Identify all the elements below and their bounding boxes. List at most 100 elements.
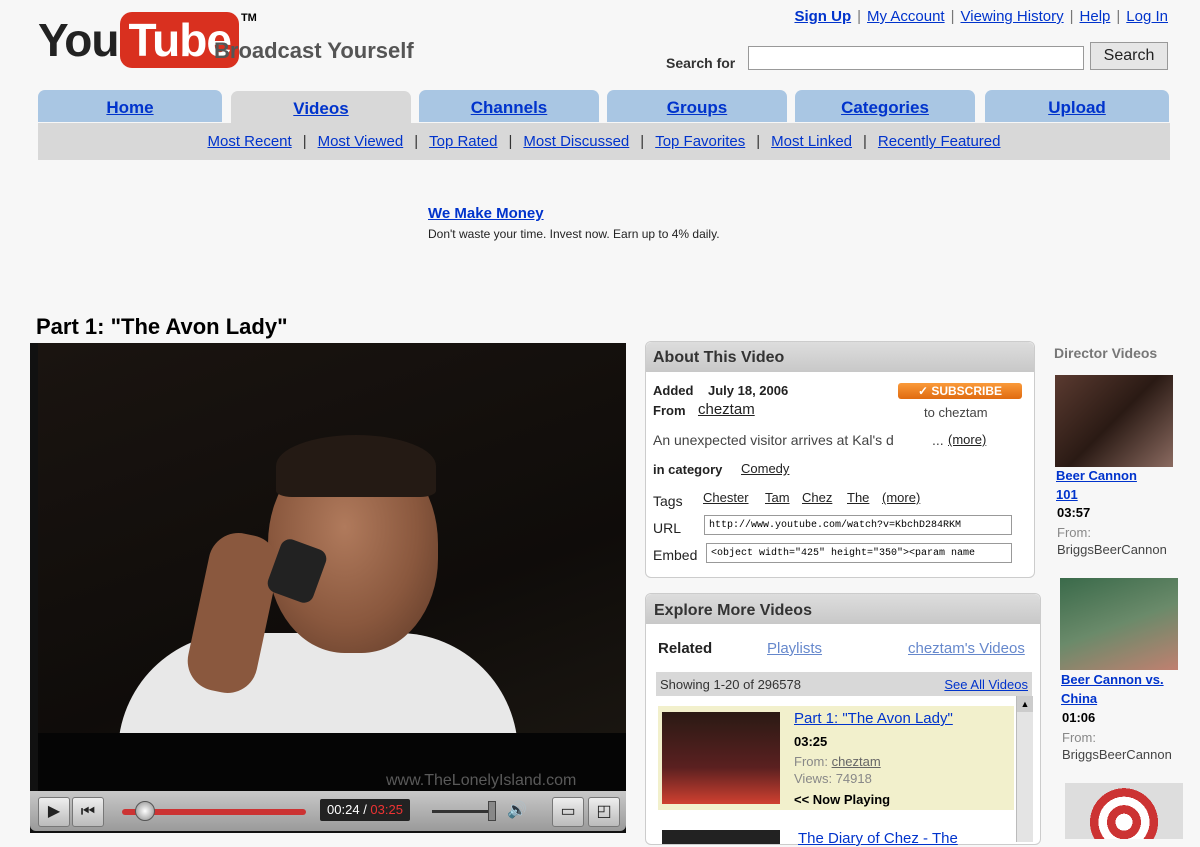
video-thumbnail[interactable] <box>1060 578 1178 670</box>
director-video-uploader[interactable]: BriggsBeerCannon <box>1062 747 1172 762</box>
tab-playlists[interactable]: Playlists <box>767 640 822 657</box>
subnav-separator: | <box>640 133 645 150</box>
video-thumbnail[interactable] <box>662 712 780 804</box>
description-ellipsis: ... <box>932 432 944 448</box>
embed-field[interactable]: <object width="425" height="350"><param … <box>706 543 1012 563</box>
video-frame[interactable] <box>38 343 626 791</box>
tagline: Broadcast Yourself <box>214 38 414 63</box>
help-link[interactable]: Help <box>1080 8 1111 25</box>
views-label: Views: <box>794 771 833 786</box>
tags-more-link[interactable]: (more) <box>882 490 920 505</box>
tab-videos-label: Videos <box>293 99 349 118</box>
tag-link[interactable]: The <box>847 490 869 505</box>
tag-link[interactable]: Tam <box>765 490 790 505</box>
total-time: 03:25 <box>370 802 403 817</box>
related-video-duration: 03:25 <box>794 734 828 749</box>
video-title: Part 1: "The Avon Lady" <box>36 314 288 339</box>
views-count: 74918 <box>835 771 872 786</box>
seek-handle[interactable] <box>135 801 156 821</box>
subnav-most-discussed[interactable]: Most Discussed <box>523 133 629 150</box>
sub-navigation: Most Recent | Most Viewed | Top Rated | Most D… <box>38 123 1170 160</box>
director-video-title-line2[interactable]: 101 <box>1056 487 1078 502</box>
director-video-uploader[interactable]: BriggsBeerCannon <box>1057 542 1167 557</box>
tab-categories[interactable]: Categories <box>795 90 975 122</box>
tab-upload[interactable]: Upload <box>985 90 1169 122</box>
tab-channels[interactable]: Channels <box>419 90 599 122</box>
video-thumbnail[interactable] <box>662 830 780 844</box>
tab-home-label: Home <box>106 98 154 117</box>
list-item[interactable]: Part 1: "The Avon Lady" 03:25 From: chez… <box>658 706 1014 810</box>
subnav-top-favorites[interactable]: Top Favorites <box>655 133 745 150</box>
video-figure-hair <box>276 435 436 497</box>
added-date: July 18, 2006 <box>708 383 789 398</box>
related-video-title[interactable]: Part 1: "The Avon Lady" <box>794 710 953 727</box>
subscribe-target: to cheztam <box>924 405 988 420</box>
subnav-top-rated[interactable]: Top Rated <box>429 133 497 150</box>
category-link[interactable]: Comedy <box>741 461 789 476</box>
about-this-video-panel: About This Video Added July 18, 2006 Fro… <box>645 341 1035 578</box>
tab-channels-label: Channels <box>470 98 548 117</box>
tab-groups-label: Groups <box>666 98 728 117</box>
search-label: Search for <box>666 55 736 71</box>
see-all-videos-link[interactable]: See All Videos <box>944 672 1028 698</box>
restart-button[interactable]: ⏮ <box>72 797 104 827</box>
fullscreen-button[interactable]: ◰ <box>588 797 620 827</box>
account-links: Sign Up | My Account | Viewing History | Help |… <box>794 8 1168 25</box>
skip-back-icon: ⏮ <box>80 803 96 820</box>
tag-link[interactable]: Chez <box>802 490 832 505</box>
tab-groups[interactable]: Groups <box>607 90 787 122</box>
category-label: in category <box>653 462 723 477</box>
window-icon: ▭ <box>560 803 576 820</box>
description-more-link[interactable]: (more) <box>948 432 986 447</box>
my-account-link[interactable]: My Account <box>867 8 945 25</box>
log-in-link[interactable]: Log In <box>1126 8 1168 25</box>
subnav-most-recent[interactable]: Most Recent <box>207 133 291 150</box>
ad-text: Don't waste your time. Invest now. Earn … <box>428 227 720 241</box>
video-watermark: www.TheLonelyIsland.com <box>386 772 577 789</box>
director-video-title[interactable]: Beer Cannon <box>1056 468 1137 483</box>
volume-handle[interactable] <box>488 801 496 821</box>
director-video-duration: 03:57 <box>1057 505 1091 520</box>
video-thumbnail[interactable] <box>1065 783 1183 839</box>
viewing-history-link[interactable]: Viewing History <box>961 8 1064 25</box>
logo-trademark: TM <box>240 12 257 24</box>
subnav-most-linked[interactable]: Most Linked <box>771 133 852 150</box>
speaker-icon: 🔊 <box>507 802 527 819</box>
subnav-recently-featured[interactable]: Recently Featured <box>878 133 1001 150</box>
main-nav-tabs: Home Videos Channels Groups Categories U… <box>38 90 1170 124</box>
mute-button[interactable]: 🔊 <box>504 797 530 825</box>
related-video-uploader[interactable]: cheztam <box>832 754 881 769</box>
time-separator: / <box>359 802 371 817</box>
tab-related[interactable]: Related <box>658 640 712 657</box>
video-thumbnail[interactable] <box>1055 375 1173 467</box>
tag-link[interactable]: Chester <box>703 490 749 505</box>
time-display: 00:24 / 03:25 <box>320 799 410 821</box>
volume-slider[interactable] <box>432 810 494 813</box>
results-count: Showing 1-20 of 296578 <box>660 677 801 692</box>
tab-home[interactable]: Home <box>38 90 222 122</box>
sign-up-link[interactable]: Sign Up <box>794 8 851 25</box>
fullscreen-icon: ◰ <box>596 803 612 820</box>
tab-upload-label: Upload <box>1048 98 1106 117</box>
now-playing-label: << Now Playing <box>794 792 891 807</box>
video-description: An unexpected visitor arrives at Kal's d <box>653 432 894 448</box>
related-scrollbar[interactable]: ▲ <box>1016 696 1033 842</box>
subnav-most-viewed[interactable]: Most Viewed <box>318 133 404 150</box>
director-video-from-label: From: <box>1057 525 1091 540</box>
link-separator: | <box>857 8 862 25</box>
link-separator: | <box>1116 8 1121 25</box>
play-button[interactable]: ▶ <box>38 797 70 827</box>
logo-you-text: You <box>38 14 119 66</box>
search-input[interactable] <box>748 46 1084 70</box>
subscribe-button[interactable]: ✓ SUBSCRIBE <box>898 383 1022 399</box>
director-video-title-line2[interactable]: China <box>1061 691 1097 706</box>
uploader-link[interactable]: cheztam <box>698 401 755 418</box>
tab-user-videos[interactable]: cheztam's Videos <box>908 640 1025 657</box>
normal-size-button[interactable]: ▭ <box>552 797 584 827</box>
tab-videos[interactable]: Videos <box>231 91 411 124</box>
search-button[interactable]: Search <box>1090 42 1168 70</box>
url-field[interactable]: http://www.youtube.com/watch?v=KbchD284R… <box>704 515 1012 535</box>
ad-title-link[interactable]: We Make Money <box>428 205 544 222</box>
director-video-title[interactable]: Beer Cannon vs. <box>1061 672 1164 687</box>
scroll-up-arrow-icon[interactable]: ▲ <box>1017 696 1033 712</box>
